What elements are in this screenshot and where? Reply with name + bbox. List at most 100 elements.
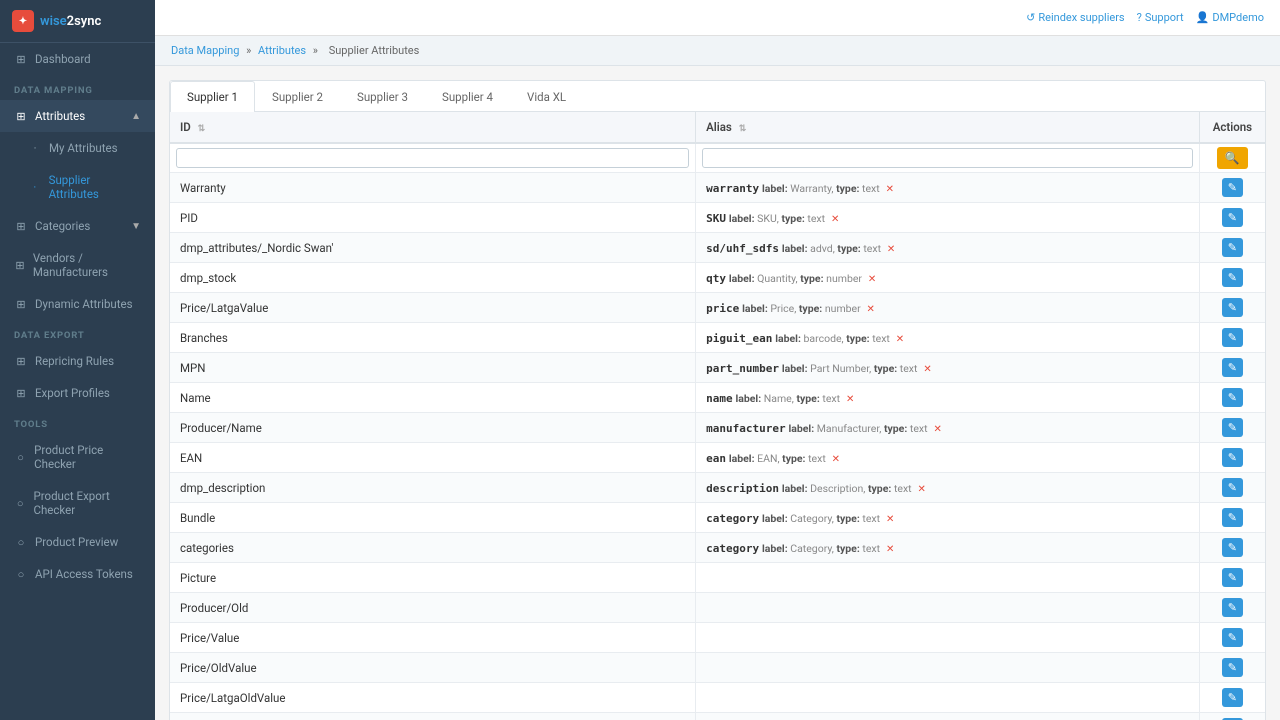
support-link[interactable]: ? Support	[1137, 11, 1184, 24]
section-label-data-export: DATA EXPORT	[0, 320, 155, 345]
edit-button[interactable]: ✎	[1222, 538, 1243, 557]
sidebar-item-product-preview[interactable]: ○ Product Preview	[0, 526, 155, 558]
cell-id: Price/LatgaOldValue	[170, 683, 696, 713]
edit-button[interactable]: ✎	[1222, 568, 1243, 587]
sidebar-item-vendors[interactable]: ⊞ Vendors / Manufacturers	[0, 242, 155, 288]
my-attributes-icon: ·	[28, 142, 42, 155]
topbar: ↺ Reindex suppliers ? Support 👤 DMPdemo	[155, 0, 1280, 36]
delete-alias-icon[interactable]: ✕	[867, 304, 875, 315]
cell-alias	[696, 653, 1200, 683]
edit-button[interactable]: ✎	[1222, 178, 1243, 197]
delete-alias-icon[interactable]: ✕	[886, 544, 894, 555]
cell-id: Price/OldValue	[170, 653, 696, 683]
cell-id: dmp_stock	[170, 263, 696, 293]
edit-button[interactable]: ✎	[1222, 508, 1243, 527]
table-row: Price/CurrencyCode ✎	[170, 713, 1265, 720]
sidebar-item-export-profiles[interactable]: ⊞ Export Profiles	[0, 377, 155, 409]
tab-supplier-3[interactable]: Supplier 3	[340, 81, 425, 112]
alias-filter-input[interactable]	[702, 148, 1193, 168]
tab-supplier-5[interactable]: Vida XL	[510, 81, 583, 112]
cell-actions: ✎	[1199, 533, 1265, 563]
categories-icon: ⊞	[14, 220, 28, 233]
content-area: Supplier 1Supplier 2Supplier 3Supplier 4…	[155, 66, 1280, 720]
cell-actions: ✎	[1199, 203, 1265, 233]
cell-actions: ✎	[1199, 683, 1265, 713]
filter-row: 🔍	[170, 143, 1265, 173]
edit-button[interactable]: ✎	[1222, 628, 1243, 647]
cell-alias: SKU label: SKU, type: text ✕	[696, 203, 1200, 233]
delete-alias-icon[interactable]: ✕	[868, 274, 876, 285]
edit-button[interactable]: ✎	[1222, 298, 1243, 317]
edit-button[interactable]: ✎	[1222, 598, 1243, 617]
sidebar: ✦ wise2sync ⊞ Dashboard DATA MAPPING ⊞ A…	[0, 0, 155, 720]
breadcrumb-data-mapping[interactable]: Data Mapping	[171, 44, 239, 57]
sidebar-item-my-attributes[interactable]: · My Attributes	[0, 132, 155, 164]
edit-button[interactable]: ✎	[1222, 478, 1243, 497]
edit-button[interactable]: ✎	[1222, 418, 1243, 437]
delete-alias-icon[interactable]: ✕	[933, 424, 941, 435]
delete-alias-icon[interactable]: ✕	[917, 484, 925, 495]
sidebar-item-categories[interactable]: ⊞ Categories ▼	[0, 210, 155, 242]
edit-button[interactable]: ✎	[1222, 268, 1243, 287]
edit-button[interactable]: ✎	[1222, 328, 1243, 347]
delete-alias-icon[interactable]: ✕	[886, 184, 894, 195]
tab-supplier-1[interactable]: Supplier 1	[170, 81, 255, 112]
user-link[interactable]: 👤 DMPdemo	[1196, 11, 1264, 24]
main-panel: Supplier 1Supplier 2Supplier 3Supplier 4…	[169, 80, 1266, 720]
cell-alias: warranty label: Warranty, type: text ✕	[696, 173, 1200, 203]
cell-id: dmp_attributes/_Nordic Swan'	[170, 233, 696, 263]
section-label-tools: TOOLS	[0, 409, 155, 434]
cell-actions: ✎	[1199, 623, 1265, 653]
edit-button[interactable]: ✎	[1222, 448, 1243, 467]
tab-supplier-4[interactable]: Supplier 4	[425, 81, 510, 112]
edit-button[interactable]: ✎	[1222, 658, 1243, 677]
table-row: Branches piguit_ean label: barcode, type…	[170, 323, 1265, 353]
table-row: Name name label: Name, type: text ✕ ✎	[170, 383, 1265, 413]
edit-button[interactable]: ✎	[1222, 358, 1243, 377]
sidebar-item-price-checker[interactable]: ○ Product Price Checker	[0, 434, 155, 480]
cell-id: categories	[170, 533, 696, 563]
edit-button[interactable]: ✎	[1222, 688, 1243, 707]
tab-supplier-2[interactable]: Supplier 2	[255, 81, 340, 112]
cell-actions: ✎	[1199, 443, 1265, 473]
sidebar-item-export-checker[interactable]: ○ Product Export Checker	[0, 480, 155, 526]
edit-button[interactable]: ✎	[1222, 238, 1243, 257]
sidebar-item-dashboard[interactable]: ⊞ Dashboard	[0, 43, 155, 75]
delete-alias-icon[interactable]: ✕	[887, 244, 895, 255]
delete-alias-icon[interactable]: ✕	[923, 364, 931, 375]
sidebar-item-supplier-attributes[interactable]: · Supplier Attributes	[0, 164, 155, 210]
section-label-data-mapping: DATA MAPPING	[0, 75, 155, 100]
sort-id-icon[interactable]: ⇅	[198, 124, 206, 134]
mapping-table-container: ID ⇅ Alias ⇅ Actions 🔍	[170, 112, 1265, 720]
edit-button[interactable]: ✎	[1222, 208, 1243, 227]
col-header-actions: Actions	[1199, 112, 1265, 143]
export-icon: ⊞	[14, 387, 28, 400]
sidebar-item-repricing[interactable]: ⊞ Repricing Rules	[0, 345, 155, 377]
edit-button[interactable]: ✎	[1222, 388, 1243, 407]
cell-actions: ✎	[1199, 503, 1265, 533]
delete-alias-icon[interactable]: ✕	[832, 454, 840, 465]
table-row: Price/OldValue ✎	[170, 653, 1265, 683]
sort-alias-icon[interactable]: ⇅	[739, 124, 747, 134]
id-filter-input[interactable]	[176, 148, 689, 168]
cell-actions: ✎	[1199, 233, 1265, 263]
delete-alias-icon[interactable]: ✕	[831, 214, 839, 225]
sidebar-item-attributes[interactable]: ⊞ Attributes ▲	[0, 100, 155, 132]
cell-alias: qty label: Quantity, type: number ✕	[696, 263, 1200, 293]
filter-button[interactable]: 🔍	[1217, 147, 1248, 169]
table-row: Price/LatgaValue price label: Price, typ…	[170, 293, 1265, 323]
delete-alias-icon[interactable]: ✕	[896, 334, 904, 345]
col-header-alias: Alias ⇅	[696, 112, 1200, 143]
delete-alias-icon[interactable]: ✕	[886, 514, 894, 525]
api-icon: ○	[14, 568, 28, 581]
sidebar-item-api-tokens[interactable]: ○ API Access Tokens	[0, 558, 155, 590]
main-area: ↺ Reindex suppliers ? Support 👤 DMPdemo …	[155, 0, 1280, 720]
breadcrumb-attributes[interactable]: Attributes	[258, 44, 306, 57]
cell-actions: ✎	[1199, 293, 1265, 323]
user-icon: 👤	[1196, 11, 1210, 24]
cell-actions: ✎	[1199, 473, 1265, 503]
reindex-suppliers-link[interactable]: ↺ Reindex suppliers	[1026, 11, 1124, 24]
table-row: Price/LatgaOldValue ✎	[170, 683, 1265, 713]
sidebar-item-dynamic-attributes[interactable]: ⊞ Dynamic Attributes	[0, 288, 155, 320]
delete-alias-icon[interactable]: ✕	[846, 394, 854, 405]
